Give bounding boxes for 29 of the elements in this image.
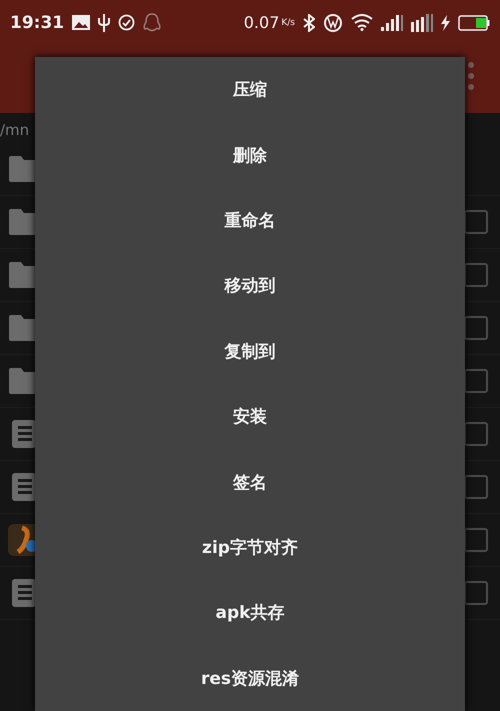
menu-item[interactable]: 签名 xyxy=(35,449,465,515)
menu-item[interactable]: 重命名 xyxy=(35,188,465,254)
menu-item[interactable]: zip字节对齐 xyxy=(35,514,465,580)
emblem-icon xyxy=(323,12,343,32)
charging-icon xyxy=(441,14,450,30)
network-speed: 0.07 xyxy=(244,13,280,32)
signal-icon xyxy=(411,14,433,32)
document-icon xyxy=(12,579,36,607)
wifi-icon xyxy=(351,14,373,31)
bluetooth-icon xyxy=(303,14,315,32)
speed-unit: K/s xyxy=(281,18,295,28)
battery-icon xyxy=(458,14,490,30)
menu-item[interactable]: 复制到 xyxy=(35,318,465,384)
image-icon xyxy=(72,15,90,30)
clock: 19:31 xyxy=(10,12,64,32)
usb-icon xyxy=(98,14,110,32)
document-icon xyxy=(12,420,36,448)
path-label: /mn xyxy=(0,120,30,141)
signal-icon xyxy=(381,14,403,30)
menu-item[interactable]: apk共存 xyxy=(35,580,465,646)
overflow-menu-icon[interactable] xyxy=(468,62,474,90)
menu-item[interactable]: 压缩 xyxy=(35,57,465,122)
document-icon xyxy=(12,473,36,501)
check-circle-icon xyxy=(118,14,136,31)
menu-item[interactable]: 移动到 xyxy=(35,253,465,319)
menu-item[interactable]: res资源混淆 xyxy=(35,646,465,711)
menu-item[interactable]: 删除 xyxy=(35,122,465,188)
penguin-icon xyxy=(143,12,162,32)
menu-item[interactable]: 安装 xyxy=(35,384,465,450)
